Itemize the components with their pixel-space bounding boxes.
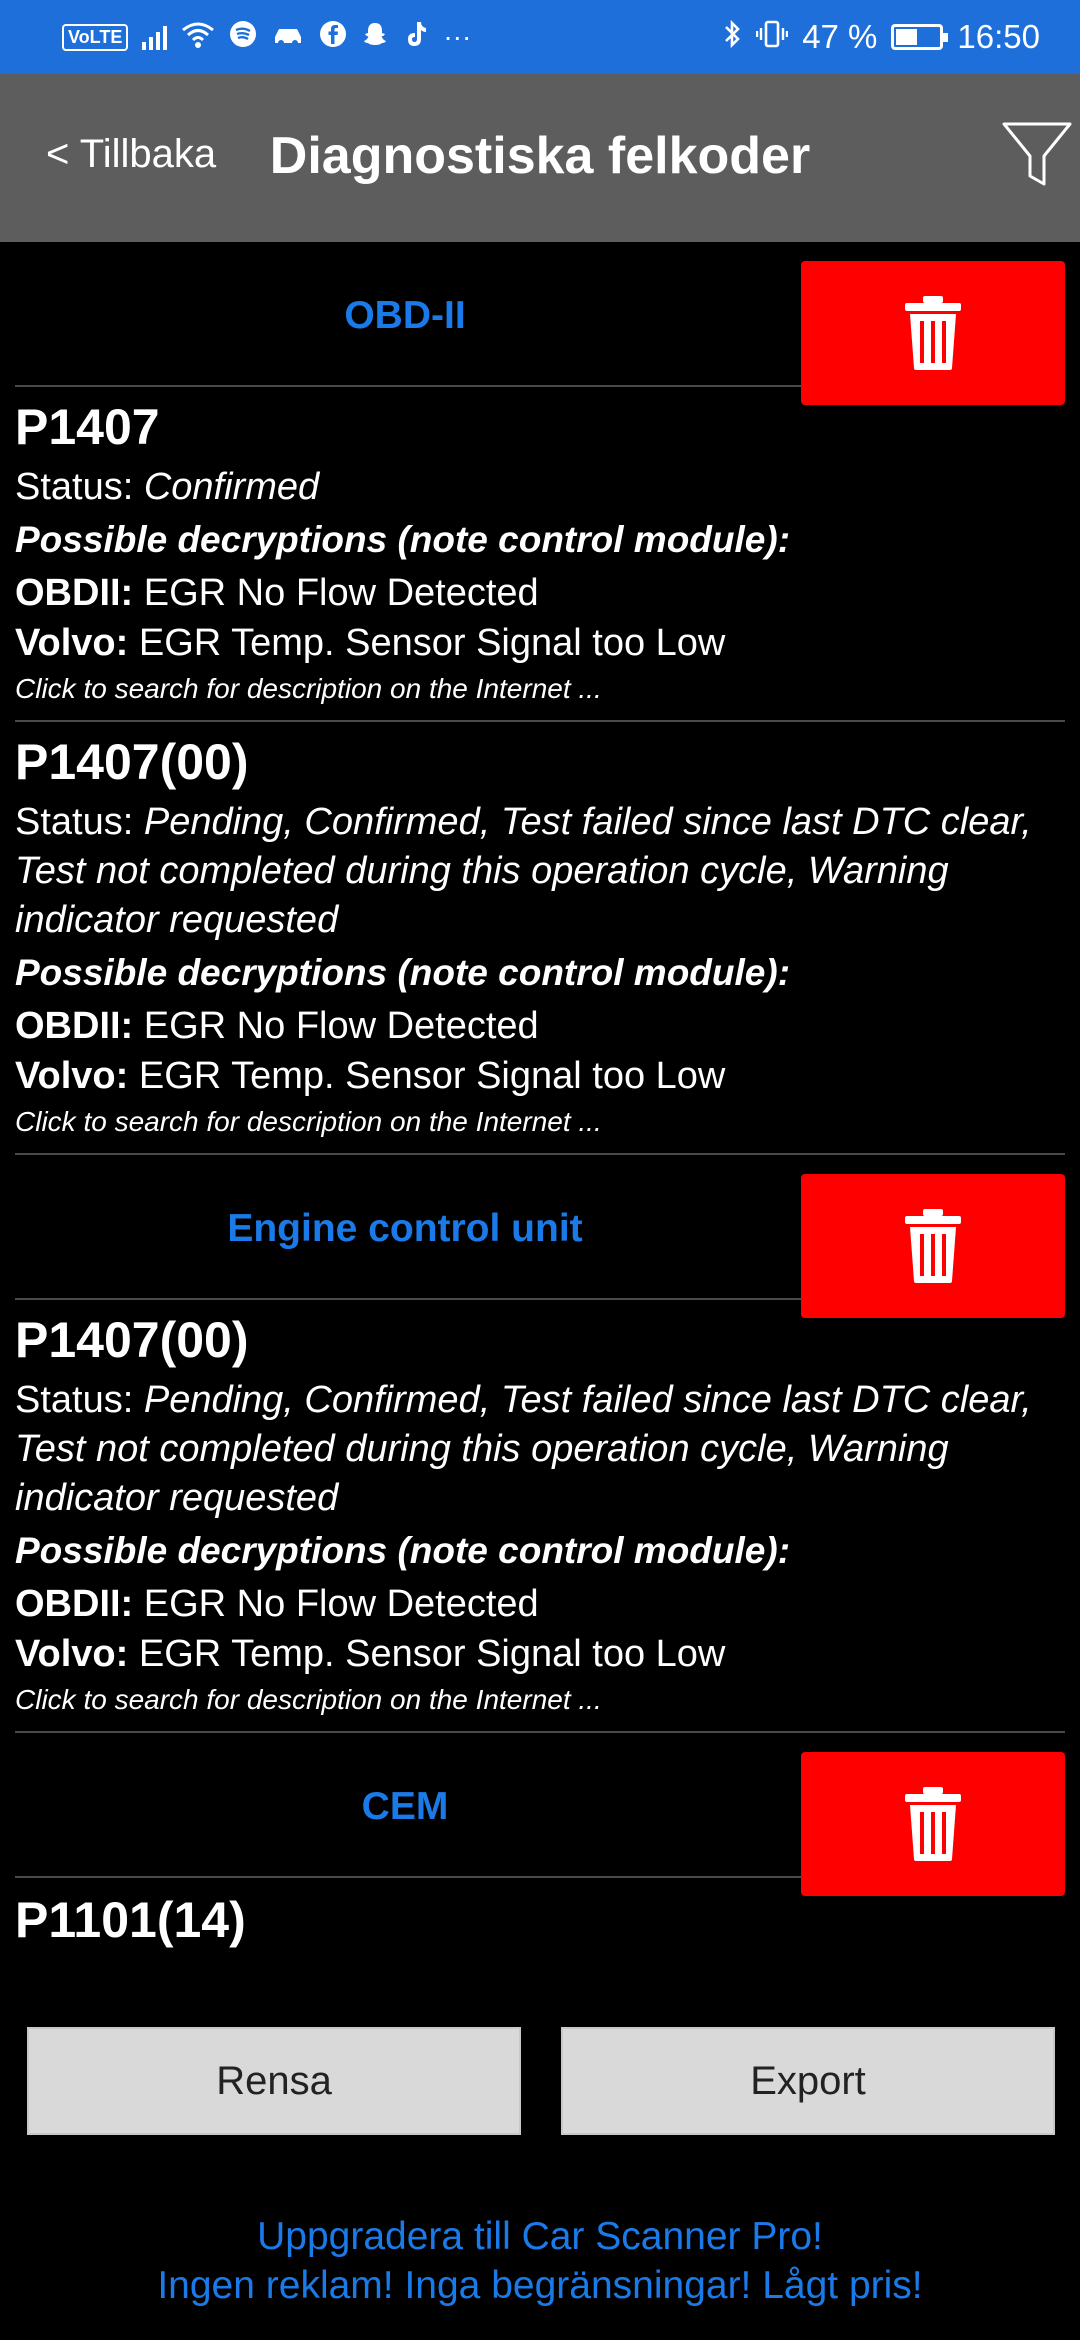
obd2-text: EGR No Flow Detected: [133, 1005, 539, 1047]
obd2-text: EGR No Flow Detected: [133, 572, 539, 614]
volte-icon: VoLTE: [62, 23, 129, 51]
search-internet-link[interactable]: Click to search for description on the I…: [15, 1101, 1065, 1143]
bluetooth-icon: [722, 19, 742, 56]
dtc-status: Status: Pending, Confirmed, Test failed …: [15, 1376, 1065, 1523]
spotify-icon: [229, 20, 257, 55]
possible-decryptions-heading: Possible decryptions (note control modul…: [15, 952, 791, 993]
page-title: Diagnostiska felkoder: [269, 127, 811, 185]
delete-section-button[interactable]: [801, 1752, 1065, 1896]
volvo-decryption: Volvo: EGR Temp. Sensor Signal too Low: [15, 1629, 1065, 1679]
obd2-label: OBDII:: [15, 572, 134, 614]
volvo-decryption: Volvo: EGR Temp. Sensor Signal too Low: [15, 618, 1065, 668]
obd2-label: OBDII:: [15, 1005, 134, 1047]
app-header: < Tillbaka Diagnostiska felkoder: [0, 74, 1080, 242]
possible-decryptions-heading: Possible decryptions (note control modul…: [15, 519, 791, 560]
status-right: 47 % 16:50: [722, 18, 1040, 56]
status-value: Pending, Confirmed, Test failed since la…: [15, 801, 1032, 941]
filter-icon[interactable]: [1000, 118, 1074, 192]
snapchat-icon: [361, 20, 389, 55]
tiktok-icon: [403, 20, 429, 55]
delete-section-button[interactable]: [801, 261, 1065, 405]
facebook-icon: [319, 20, 347, 55]
possible-decryptions-heading: Possible decryptions (note control modul…: [15, 1530, 791, 1571]
dtc-item[interactable]: P1407 Status: Confirmed Possible decrypt…: [15, 387, 1065, 722]
status-value: Pending, Confirmed, Test failed since la…: [15, 1379, 1032, 1519]
section-title: Engine control unit: [227, 1207, 583, 1250]
vibrate-icon: [755, 19, 789, 56]
delete-section-button[interactable]: [801, 1174, 1065, 1318]
battery-percent: 47 %: [802, 18, 878, 55]
battery-fill: [896, 29, 918, 45]
volvo-text: EGR Temp. Sensor Signal too Low: [128, 622, 726, 664]
volvo-text: EGR Temp. Sensor Signal too Low: [128, 1633, 726, 1675]
upgrade-promo-link[interactable]: Uppgradera till Car Scanner Pro! Ingen r…: [0, 2212, 1080, 2310]
section-title: CEM: [361, 1785, 449, 1828]
status-value: Confirmed: [143, 466, 320, 508]
section-header-ecu: Engine control unit: [15, 1155, 1065, 1318]
volvo-text: EGR Temp. Sensor Signal too Low: [128, 1055, 726, 1097]
volvo-label: Volvo:: [15, 1055, 129, 1097]
section-title: OBD-II: [344, 294, 466, 337]
trash-icon: [905, 296, 961, 370]
volvo-decryption: Volvo: EGR Temp. Sensor Signal too Low: [15, 1051, 1065, 1101]
status-label: Status:: [15, 1379, 144, 1421]
export-button[interactable]: Export: [561, 2027, 1055, 2135]
dtc-code: P1407(00): [15, 734, 249, 790]
trash-icon: [905, 1209, 961, 1283]
search-internet-link[interactable]: Click to search for description on the I…: [15, 668, 1065, 710]
signal-icon: [142, 24, 168, 50]
status-label: Status:: [15, 466, 144, 508]
dtc-status: Status: Confirmed: [15, 463, 1065, 512]
clear-button[interactable]: Rensa: [27, 2027, 521, 2135]
status-label: Status:: [15, 801, 144, 843]
obd2-text: EGR No Flow Detected: [133, 1583, 539, 1625]
promo-line-2: Ingen reklam! Inga begränsningar! Lågt p…: [157, 2264, 923, 2307]
promo-line-1: Uppgradera till Car Scanner Pro!: [257, 2215, 823, 2258]
car-icon: [271, 21, 305, 54]
more-notifications-icon: ···: [443, 21, 472, 52]
volvo-label: Volvo:: [15, 622, 129, 664]
section-header-obd2: OBD-II: [15, 242, 1065, 405]
clock: 16:50: [957, 18, 1040, 55]
section-header-cem: CEM: [15, 1733, 1065, 1896]
battery-icon: [891, 24, 949, 50]
obd2-decryption: OBDII: EGR No Flow Detected: [15, 1001, 1065, 1051]
dtc-status: Status: Pending, Confirmed, Test failed …: [15, 798, 1065, 945]
status-left: VoLTE ···: [62, 20, 471, 55]
obd2-label: OBDII:: [15, 1583, 134, 1625]
volvo-label: Volvo:: [15, 1633, 129, 1675]
obd2-decryption: OBDII: EGR No Flow Detected: [15, 1579, 1065, 1629]
trash-icon: [905, 1787, 961, 1861]
dtc-item[interactable]: P1407(00) Status: Pending, Confirmed, Te…: [15, 722, 1065, 1155]
obd2-decryption: OBDII: EGR No Flow Detected: [15, 568, 1065, 618]
dtc-list[interactable]: OBD-II P1407 Status: Confirmed Possible …: [0, 242, 1080, 1970]
search-internet-link[interactable]: Click to search for description on the I…: [15, 1679, 1065, 1721]
wifi-icon: [181, 20, 215, 55]
dtc-item[interactable]: P1407(00) Status: Pending, Confirmed, Te…: [15, 1300, 1065, 1733]
status-bar: VoLTE ··· 47 % 16:50: [0, 0, 1080, 74]
